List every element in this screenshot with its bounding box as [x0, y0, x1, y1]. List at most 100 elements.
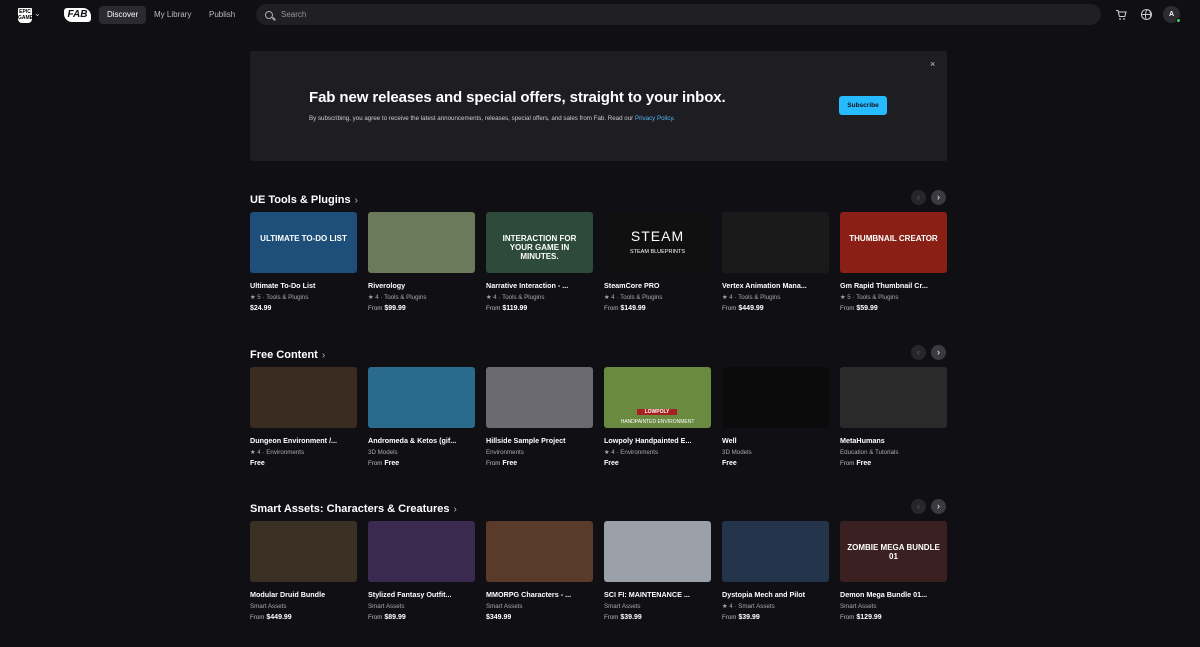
carousel-prev-button[interactable]: ‹	[911, 345, 926, 360]
product-card[interactable]: THUMBNAIL CREATOR Gm Rapid Thumbnail Cr..…	[840, 212, 947, 312]
tab-my-library[interactable]: My Library	[146, 6, 199, 24]
product-card[interactable]: LOWPOLY HANDPAINTED ENVIRONMENT Lowpoly Ha…	[604, 367, 711, 467]
section-header: Free Content › ‹ ›	[250, 345, 946, 361]
price-value: $89.99	[384, 614, 406, 621]
product-card[interactable]: Andromeda & Ketos (gif... 3D Models From F…	[368, 367, 475, 467]
product-card[interactable]: Well 3D Models Free	[722, 367, 829, 467]
card-title[interactable]: Gm Rapid Thumbnail Cr...	[840, 281, 947, 290]
card-row: ULTIMATE TO-DO LIST Ultimate To-Do List ★ …	[250, 212, 947, 312]
card-title[interactable]: Stylized Fantasy Outfit...	[368, 590, 475, 599]
product-card[interactable]: MetaHumans Education & Tutorials From Free	[840, 367, 947, 467]
card-title[interactable]: Lowpoly Handpainted E...	[604, 436, 711, 445]
carousel-next-button[interactable]: ›	[931, 499, 946, 514]
product-thumbnail[interactable]	[368, 367, 475, 428]
product-card[interactable]: STEAM STEAM BLUEPRINTS SteamCore PRO ★ 4 · …	[604, 212, 711, 312]
product-thumbnail[interactable]: INTERACTION FOR YOUR GAME IN MINUTES.	[486, 212, 593, 273]
card-title[interactable]: MMORPG Characters - ...	[486, 590, 593, 599]
globe-icon[interactable]	[1141, 9, 1152, 20]
card-title[interactable]: Ultimate To-Do List	[250, 281, 357, 290]
product-card[interactable]: Vertex Animation Mana... ★ 4 · Tools & Pl…	[722, 212, 829, 312]
product-thumbnail[interactable]	[722, 367, 829, 428]
card-title[interactable]: MetaHumans	[840, 436, 947, 445]
carousel-next-button[interactable]: ›	[931, 345, 946, 360]
product-thumbnail[interactable]	[722, 521, 829, 582]
carousel-prev-button[interactable]: ‹	[911, 499, 926, 514]
card-title[interactable]: Dungeon Environment /...	[250, 436, 357, 445]
card-meta: Smart Assets	[604, 603, 711, 610]
product-thumbnail[interactable]: THUMBNAIL CREATOR	[840, 212, 947, 273]
card-rating: 4	[729, 294, 733, 301]
tab-publish[interactable]: Publish	[201, 6, 243, 24]
subscribe-button[interactable]: Subscribe	[839, 96, 887, 115]
section-title[interactable]: Free Content	[250, 349, 318, 361]
product-card[interactable]: MMORPG Characters - ... Smart Assets $349.…	[486, 521, 593, 621]
price-from: From	[604, 305, 619, 312]
product-thumbnail[interactable]: LOWPOLY HANDPAINTED ENVIRONMENT	[604, 367, 711, 428]
chevron-right-icon[interactable]: ›	[355, 195, 358, 206]
card-meta: Smart Assets	[368, 603, 475, 610]
avatar[interactable]: A	[1163, 6, 1181, 23]
product-card[interactable]: ULTIMATE TO-DO LIST Ultimate To-Do List ★ …	[250, 212, 357, 312]
product-thumbnail[interactable]	[486, 521, 593, 582]
card-category: Environments	[266, 449, 305, 456]
card-meta: ★ 5 · Tools & Plugins	[250, 294, 309, 301]
price-value: $129.99	[856, 614, 882, 621]
card-title[interactable]: Hillside Sample Project	[486, 436, 593, 445]
price-from: From	[368, 460, 383, 467]
product-card[interactable]: ZOMBIE MEGA BUNDLE 01 Demon Mega Bundle 0…	[840, 521, 947, 621]
product-card[interactable]: Hillside Sample Project Environments From …	[486, 367, 593, 467]
section-title[interactable]: UE Tools & Plugins	[250, 194, 351, 206]
chevron-right-icon[interactable]: ›	[454, 504, 457, 515]
card-title[interactable]: Vertex Animation Mana...	[722, 281, 829, 290]
product-thumbnail[interactable]	[486, 367, 593, 428]
card-title[interactable]: Modular Druid Bundle	[250, 590, 357, 599]
card-title[interactable]: Dystopia Mech and Pilot	[722, 590, 829, 599]
product-card[interactable]: INTERACTION FOR YOUR GAME IN MINUTES. Nar…	[486, 212, 593, 312]
card-title[interactable]: Narrative Interaction - ...	[486, 281, 593, 290]
card-title[interactable]: SteamCore PRO	[604, 281, 711, 290]
chevron-right-icon[interactable]: ›	[322, 350, 325, 361]
product-thumbnail[interactable]	[368, 521, 475, 582]
product-card[interactable]: Dungeon Environment /... ★ 4 · Environmen…	[250, 367, 357, 467]
tab-discover[interactable]: Discover	[99, 6, 147, 24]
card-title[interactable]: Andromeda & Ketos (gif...	[368, 436, 475, 445]
section-2: Free Content › ‹ › Dungeon Environment /... ★…	[250, 345, 947, 467]
card-title[interactable]: Demon Mega Bundle 01...	[840, 590, 947, 599]
product-thumbnail[interactable]: STEAM STEAM BLUEPRINTS	[604, 212, 711, 273]
product-thumbnail[interactable]	[722, 212, 829, 273]
carousel-next-button[interactable]: ›	[931, 190, 946, 205]
card-title[interactable]: Well	[722, 436, 829, 445]
privacy-policy-link[interactable]: Privacy Policy	[635, 115, 673, 122]
section-title[interactable]: Smart Assets: Characters & Creatures	[250, 503, 450, 515]
product-card[interactable]: SCI FI: MAINTENANCE ... Smart Assets From …	[604, 521, 711, 621]
close-icon[interactable]: ×	[930, 59, 935, 69]
card-price: From Free	[486, 460, 593, 467]
carousel-prev-button[interactable]: ‹	[911, 190, 926, 205]
price-value: $39.99	[738, 614, 760, 621]
product-card[interactable]: Dystopia Mech and Pilot ★ 4 · Smart Asset…	[722, 521, 829, 621]
product-card[interactable]: Modular Druid Bundle Smart Assets From $44…	[250, 521, 357, 621]
search-bar[interactable]	[256, 4, 1101, 25]
card-category: 3D Models	[368, 449, 398, 456]
card-title[interactable]: Riverology	[368, 281, 475, 290]
epic-games-logo[interactable]: EPIC GAMES	[18, 8, 36, 23]
chevron-down-icon[interactable]: ⌄	[34, 9, 41, 18]
card-title[interactable]: SCI FI: MAINTENANCE ...	[604, 590, 711, 599]
price-from: From	[368, 614, 383, 621]
product-thumbnail[interactable]	[250, 521, 357, 582]
price-from: From	[368, 305, 383, 312]
search-input[interactable]	[281, 10, 1061, 19]
product-thumbnail[interactable]	[250, 367, 357, 428]
product-thumbnail[interactable]	[368, 212, 475, 273]
cart-icon[interactable]	[1115, 9, 1127, 21]
product-thumbnail[interactable]	[604, 521, 711, 582]
product-card[interactable]: Riverology ★ 4 · Tools & Plugins From $99.…	[368, 212, 475, 312]
card-rating: 4	[493, 294, 497, 301]
card-price: Free	[722, 460, 829, 467]
fab-logo[interactable]: FAB	[64, 8, 91, 22]
card-meta: Smart Assets	[486, 603, 593, 610]
product-thumbnail[interactable]: ZOMBIE MEGA BUNDLE 01	[840, 521, 947, 582]
product-card[interactable]: Stylized Fantasy Outfit... Smart Assets Fr…	[368, 521, 475, 621]
product-thumbnail[interactable]: ULTIMATE TO-DO LIST	[250, 212, 357, 273]
product-thumbnail[interactable]	[840, 367, 947, 428]
